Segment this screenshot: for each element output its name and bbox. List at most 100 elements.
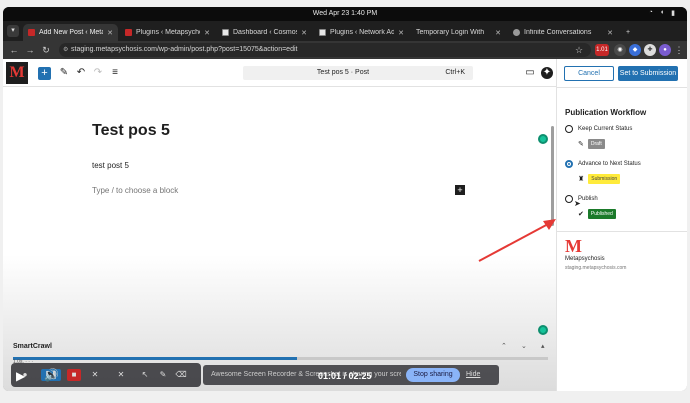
command-bar-title: Test pos 5 · Post (316, 69, 370, 76)
bookmark-star-icon[interactable]: ☆ (573, 44, 585, 56)
playback-time: 01:01 / 02:25 (318, 371, 372, 381)
tab-title: Plugins ‹ Metapsycho (136, 29, 201, 36)
grammarly-icon[interactable] (538, 134, 548, 144)
tab-title: Dashboard ‹ Cosmos (233, 29, 298, 36)
chevron-up-icon[interactable]: ⌃ (501, 342, 507, 350)
plugin-toolbar-icon[interactable]: ✦ (541, 67, 553, 79)
status-row-submission: ♜ Submission (578, 174, 621, 184)
recorded-screen: Wed Apr 23 1:40 PM ◔ ◖ ▮ ▾ Add New Post … (3, 7, 687, 391)
wifi-icon: ◔ (648, 9, 653, 16)
circle-icon (513, 29, 520, 36)
empty-block-placeholder[interactable]: Type / to choose a block (92, 186, 178, 195)
address-bar[interactable]: ⚙ staging.metapsychosis.com/wp-admin/pos… (59, 43, 591, 57)
radio-button[interactable] (565, 195, 573, 203)
smartcrawl-label: SmartCrawl (13, 343, 52, 350)
metapsychosis-icon (125, 29, 132, 36)
divider (557, 87, 687, 88)
extension-badge-label: 1.01 (596, 47, 608, 53)
new-tab-button[interactable]: + (621, 24, 639, 41)
tab-infinite-conversations[interactable]: Infinite Conversations ✕ (508, 24, 618, 41)
document-overview-icon[interactable]: ≡ (109, 67, 121, 79)
forward-icon[interactable]: → (24, 44, 36, 56)
fullscreen-icon[interactable]: ⛶ (652, 369, 659, 380)
tab-add-new-post[interactable]: Add New Post ‹ Meta ✕ (23, 24, 118, 41)
tab-title: Infinite Conversations (524, 29, 592, 36)
editor-sidebar: Cancel Set to Submission Publication Wor… (556, 59, 687, 391)
divider (557, 231, 687, 232)
redo-icon[interactable]: ↷ (92, 67, 104, 79)
extension-icon[interactable]: ◆ (629, 44, 641, 56)
os-clock[interactable]: Wed Apr 23 1:40 PM (3, 10, 687, 17)
post-title[interactable]: Test pos 5 (92, 122, 170, 140)
grammarly-icon[interactable] (538, 325, 548, 335)
tab-title: Plugins ‹ Network Ad (330, 29, 395, 36)
tab-plugins-metapsychosis[interactable]: Plugins ‹ Metapsycho ✕ (120, 24, 215, 41)
radio-button[interactable] (565, 125, 573, 133)
extension-icon[interactable]: ◉ (614, 44, 626, 56)
screen-root: Wed Apr 23 1:40 PM ◔ ◖ ▮ ▾ Add New Post … (0, 0, 690, 403)
status-badge: Draft (587, 139, 605, 149)
tab-plugins-network[interactable]: Plugins ‹ Network Ad ✕ (314, 24, 409, 41)
status-row-draft: ✎ Draft (578, 139, 605, 149)
tab-list-button[interactable]: ▾ (7, 25, 19, 37)
checkmark-icon: ✔ (578, 211, 584, 218)
close-icon[interactable]: ✕ (607, 29, 613, 37)
close-icon[interactable]: ✕ (398, 29, 404, 37)
workflow-option-label: Keep Current Status (578, 126, 633, 132)
undo-icon[interactable]: ↶ (75, 67, 87, 79)
smartcrawl-metabox-header[interactable]: SmartCrawl ⌃ ⌄ ▴ (3, 338, 556, 354)
site-url: staging.metapsychosis.com (565, 265, 627, 271)
site-info-icon[interactable]: ⚙ (63, 43, 68, 57)
os-top-bar: Wed Apr 23 1:40 PM ◔ ◖ ▮ (3, 7, 687, 21)
command-palette-bar[interactable]: Test pos 5 · Post Ctrl+K (243, 66, 473, 80)
cancel-button[interactable]: Cancel (564, 66, 614, 81)
browser-tab-bar: ▾ Add New Post ‹ Meta ✕ Plugins ‹ Metaps… (3, 21, 687, 41)
plus-icon: + (626, 29, 631, 36)
profile-avatar-icon[interactable]: ● (659, 44, 671, 56)
close-icon[interactable]: ✕ (301, 29, 307, 37)
dashboard-icon (222, 29, 229, 36)
close-icon[interactable]: ✕ (204, 29, 210, 37)
paragraph-block[interactable]: test post 5 (92, 161, 129, 170)
status-row-published: ✔ Published (578, 209, 616, 219)
play-icon[interactable]: ▶ (16, 369, 25, 383)
status-badge: Submission (588, 174, 621, 184)
preview-desktop-icon[interactable]: ▭ (524, 67, 536, 79)
wordpress-editor: M + ✎ ↶ ↷ ≡ Test pos 5 · Post Ctrl+K ▭ ✦… (3, 59, 687, 391)
add-block-button[interactable]: + (455, 185, 465, 195)
workflow-option-label: Advance to Next Status (578, 161, 641, 167)
os-status-area[interactable]: ◔ ◖ ▮ (649, 9, 675, 17)
chevron-down-icon[interactable]: ⌄ (521, 342, 527, 350)
dashboard-icon (319, 29, 326, 36)
editor-toolbar: M + ✎ ↶ ↷ ≡ Test pos 5 · Post Ctrl+K ▭ ✦ (3, 59, 556, 87)
back-icon[interactable]: ← (8, 44, 20, 56)
browser-nav-bar: ← → ↻ ⚙ staging.metapsychosis.com/wp-adm… (3, 41, 687, 59)
extension-badge[interactable]: 1.01 (595, 44, 609, 56)
caret-up-icon[interactable]: ▴ (541, 342, 545, 350)
tab-title: Add New Post ‹ Meta (39, 29, 104, 36)
close-icon[interactable]: ✕ (495, 29, 501, 37)
kebab-menu-icon[interactable]: ⋮ (673, 44, 685, 56)
logo-letter: M (9, 64, 25, 81)
pencil-tools-icon[interactable]: ✎ (58, 67, 70, 79)
reload-icon[interactable]: ↻ (40, 44, 52, 56)
radio-button[interactable] (565, 160, 573, 168)
tab-dashboard-cosmos[interactable]: Dashboard ‹ Cosmos ✕ (217, 24, 312, 41)
site-logo: M (565, 236, 582, 256)
playback-speed-button[interactable]: 1x (569, 371, 579, 381)
close-icon[interactable]: ✕ (107, 29, 113, 37)
url-text: staging.metapsychosis.com/wp-admin/post.… (71, 46, 298, 53)
volume-icon[interactable]: 🔊 (44, 368, 59, 382)
block-inserter-button[interactable]: + (38, 67, 51, 80)
command-bar-shortcut: Ctrl+K (445, 69, 465, 76)
site-logo-button[interactable]: M (6, 62, 28, 84)
captions-icon[interactable]: ▭ (596, 369, 605, 380)
tab-temporary-login[interactable]: Temporary Login With ✕ (411, 24, 506, 41)
set-to-submission-button[interactable]: Set to Submission (618, 66, 678, 81)
mouse-pointer-icon: ➤ (574, 199, 581, 208)
editor-scrollbar[interactable] (551, 126, 554, 226)
tab-title: Temporary Login With (416, 29, 485, 36)
extensions-puzzle-icon[interactable]: ✚ (644, 44, 656, 56)
site-name: Metapsychosis (565, 256, 605, 262)
picture-in-picture-icon[interactable]: ⧉ (624, 369, 631, 380)
